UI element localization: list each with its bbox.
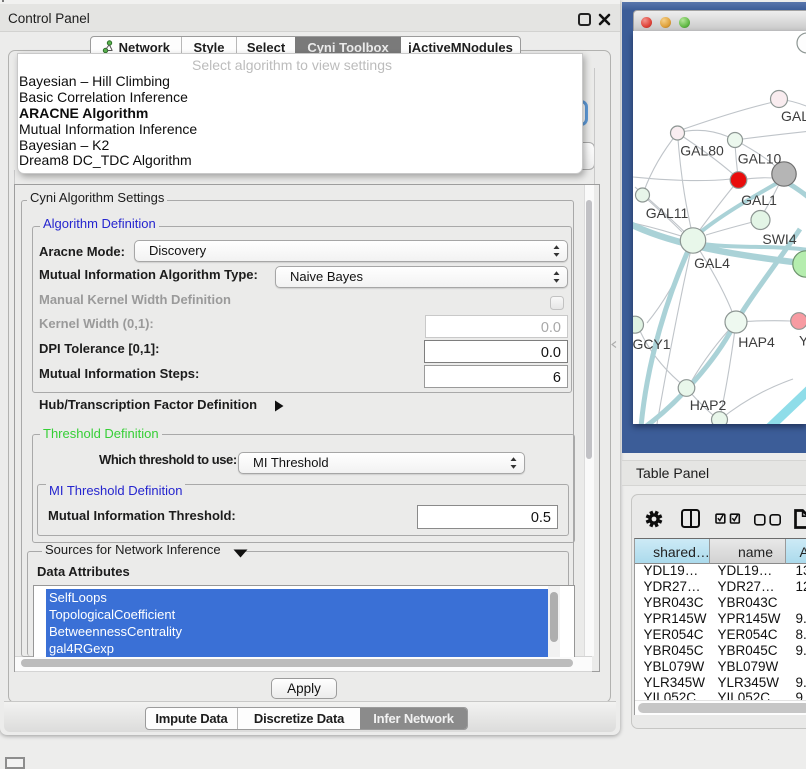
svg-text:HAP2: HAP2: [690, 397, 727, 413]
svg-text:GAL8: GAL8: [781, 108, 806, 124]
svg-text:GAL10: GAL10: [738, 151, 782, 167]
svg-text:GAL11: GAL11: [646, 205, 689, 221]
svg-text:HAP4: HAP4: [738, 334, 775, 350]
svg-text:GAL80: GAL80: [680, 143, 724, 159]
svg-text:SWI4: SWI4: [762, 231, 796, 247]
svg-text:GCY1: GCY1: [633, 336, 671, 352]
svg-text:YM: YM: [799, 333, 806, 349]
svg-text:GAL1: GAL1: [741, 192, 777, 208]
svg-text:GAL4: GAL4: [694, 255, 730, 271]
